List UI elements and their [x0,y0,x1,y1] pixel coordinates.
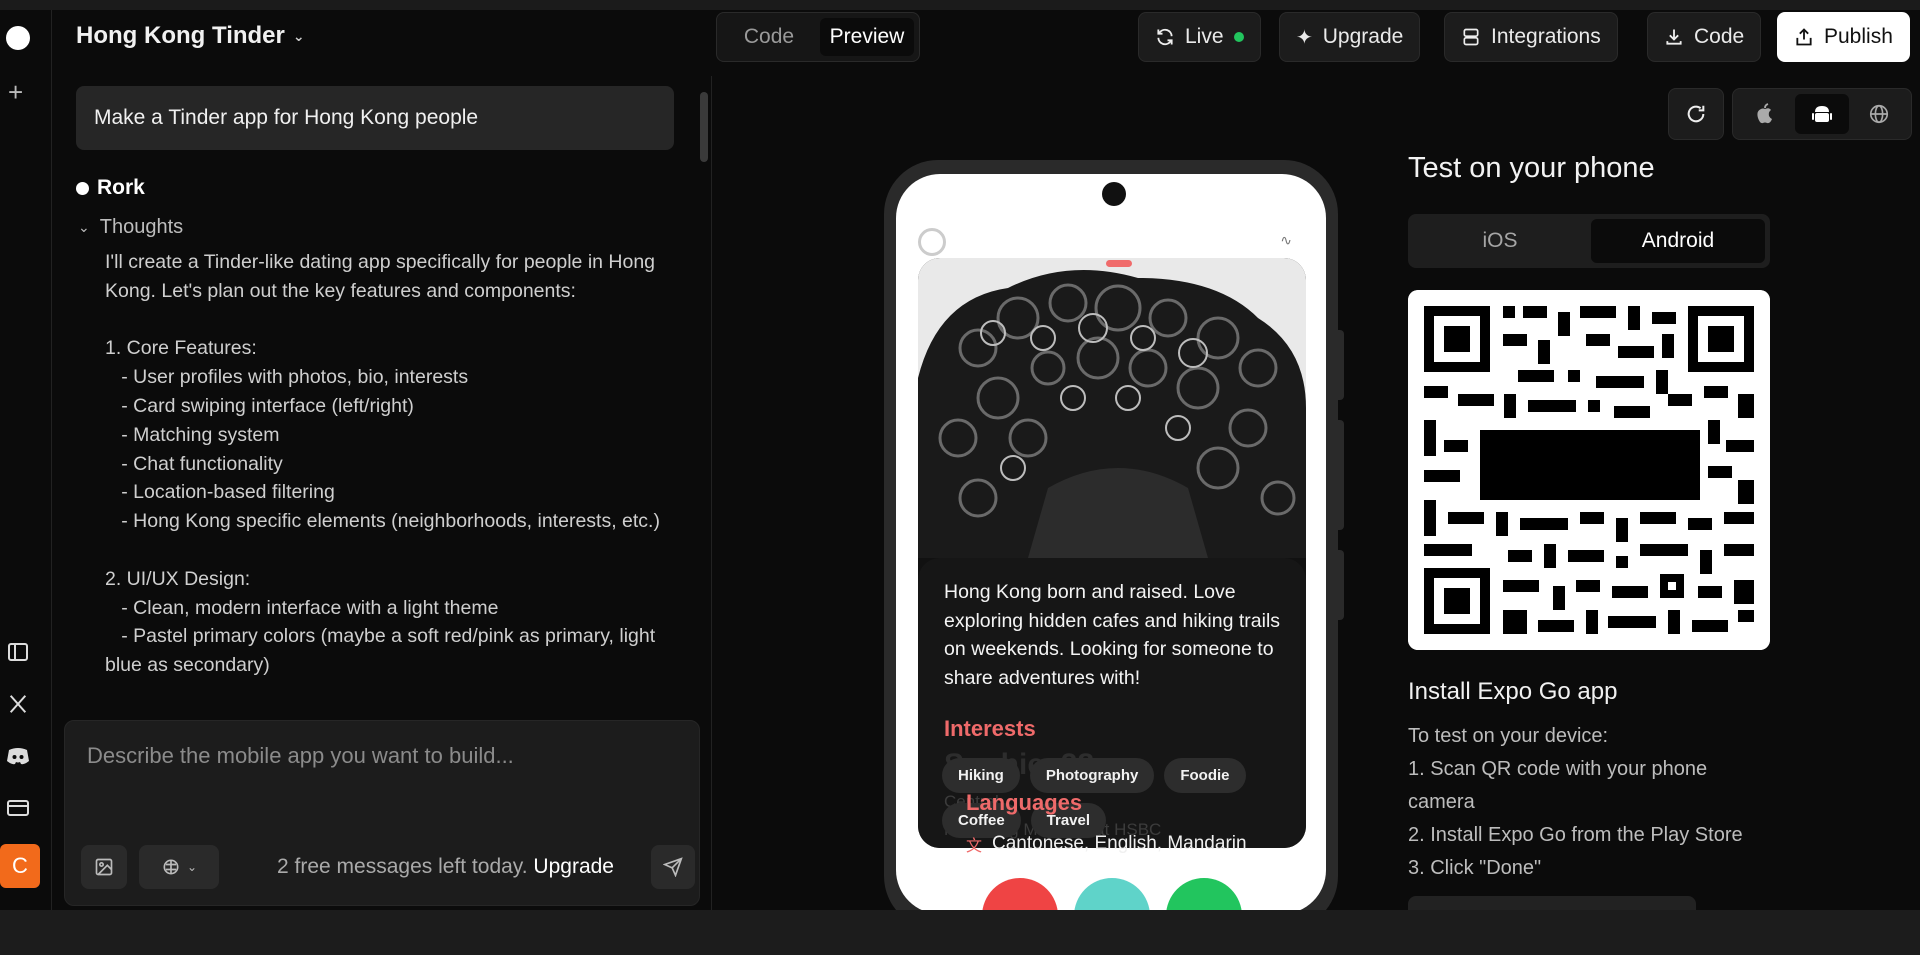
interest-tags: Hiking Photography Foodie Coffee Travel [942,758,1292,838]
interest-tag: Travel [1030,803,1107,838]
test-panel-title: Test on your phone [1408,152,1655,184]
download-icon [1666,29,1682,45]
chevron-down-icon: ⌄ [292,27,305,44]
interest-tag: Foodie [1164,758,1246,793]
phone-side-button [1336,550,1344,620]
database-icon [1463,28,1479,46]
steps-intro: To test on your device: [1408,725,1609,747]
reload-preview-button[interactable] [1668,88,1724,140]
interest-tag: Coffee [942,803,1021,838]
phone-side-button [1336,420,1344,530]
phone-camera [1102,182,1126,206]
project-title-text: Hong Kong Tinder [76,22,285,49]
limit-text: 2 free messages left today. [277,855,528,878]
interest-tag: Photography [1029,758,1155,793]
platform-switch [1732,88,1912,140]
user-avatar[interactable]: C [0,844,40,888]
qr-code [1408,290,1770,650]
live-button[interactable]: Live [1138,12,1261,62]
android-icon [1811,106,1832,122]
profile-bio: Hong Kong born and raised. Love explorin… [944,581,1281,689]
integrations-button[interactable]: Integrations [1444,12,1618,62]
send-icon [663,857,683,877]
billing-card-icon[interactable] [4,794,32,822]
dislike-button[interactable] [982,878,1058,914]
interests-title: Interests [944,716,1036,741]
view-toggle: Code Preview [716,12,920,62]
live-status-dot [1233,32,1244,42]
bottom-strip [0,910,1920,955]
chat-panel: Make a Tinder app for Hong Kong people R… [52,76,712,910]
settings-icon[interactable]: ∿ [1280,232,1292,249]
discord-icon[interactable] [4,742,32,770]
platform-android[interactable] [1795,94,1849,134]
tab-code[interactable]: Code [722,18,816,56]
profile-avatar-icon[interactable] [918,228,946,256]
phone-frame: ∿ Hong Kong born and raised. Love explor… [884,160,1344,930]
assistant-header: Rork [76,176,145,200]
step-3: 3. Click "Done" [1408,857,1542,879]
globe-icon [1870,104,1889,124]
step-1: 1. Scan QR code with your phone camera [1408,758,1708,813]
refresh-icon [1157,28,1173,46]
phone-screen: ∿ Hong Kong born and raised. Love explor… [896,174,1326,914]
attach-image-button[interactable] [81,845,127,889]
model-select-button[interactable]: ⌄ [139,845,219,889]
message-limit: 2 free messages left today. Upgrade [277,855,614,879]
upgrade-button[interactable]: ✦ Upgrade [1279,12,1421,62]
profile-card[interactable]: Hong Kong born and raised. Love explorin… [918,258,1306,848]
platform-web[interactable] [1853,94,1906,134]
card-indicator [1106,260,1132,267]
download-code-button[interactable]: Code [1647,12,1762,62]
send-button[interactable] [651,845,695,889]
done-button[interactable] [1408,896,1696,910]
apple-icon [1757,103,1772,124]
integrations-label: Integrations [1491,25,1601,48]
project-title[interactable]: Hong Kong Tinder ⌄ [76,22,305,50]
scroll-thumb[interactable] [700,92,708,162]
sparkle-icon: ✦ [1296,26,1313,49]
profile-photo [918,258,1306,558]
os-toggle: iOS Android [1408,214,1770,268]
like-button[interactable] [1166,878,1242,914]
sidebar-toggle-icon[interactable] [4,638,32,666]
share-icon [1796,28,1812,46]
tab-preview[interactable]: Preview [820,18,914,56]
thoughts-toggle[interactable]: ⌄ Thoughts [78,216,183,239]
install-steps: To test on your device: 1. Scan QR code … [1408,720,1768,885]
x-twitter-icon[interactable] [4,690,32,718]
assistant-name: Rork [97,176,145,199]
image-icon [95,858,113,876]
live-label: Live [1185,25,1224,48]
thoughts-label: Thoughts [99,216,184,238]
platform-ios[interactable] [1738,94,1791,134]
user-prompt-bubble: Make a Tinder app for Hong Kong people [76,86,674,150]
step-2: 2. Install Expo Go from the Play Store [1408,824,1743,846]
new-project-icon[interactable]: + [8,79,23,105]
superlike-button[interactable] [1074,878,1150,914]
assistant-dot [76,181,89,195]
chevron-down-icon: ⌄ [186,860,198,874]
limit-upgrade-link[interactable]: Upgrade [533,855,614,878]
app-logo[interactable] [6,26,30,50]
brain-icon [163,859,179,875]
top-strip [0,0,1920,10]
message-composer: Describe the mobile app you want to buil… [64,720,700,906]
chat-scrollbar[interactable] [700,82,708,702]
os-option-android[interactable]: Android [1591,219,1765,263]
phone-side-button [1336,330,1344,400]
publish-label: Publish [1824,25,1893,48]
composer-input[interactable]: Describe the mobile app you want to buil… [87,743,514,769]
os-option-ios[interactable]: iOS [1413,219,1587,263]
thoughts-text: I'll create a Tinder-like dating app spe… [105,251,660,677]
download-code-label: Code [1694,25,1745,48]
refresh-icon [1687,105,1705,123]
install-title: Install Expo Go app [1408,678,1618,705]
upgrade-label: Upgrade [1322,25,1404,48]
left-rail: + C [0,10,52,910]
interest-tag: Hiking [942,758,1020,793]
publish-button[interactable]: Publish [1777,12,1910,62]
chevron-down-icon: ⌄ [78,219,90,235]
profile-info-panel: Hong Kong born and raised. Love explorin… [918,558,1306,848]
